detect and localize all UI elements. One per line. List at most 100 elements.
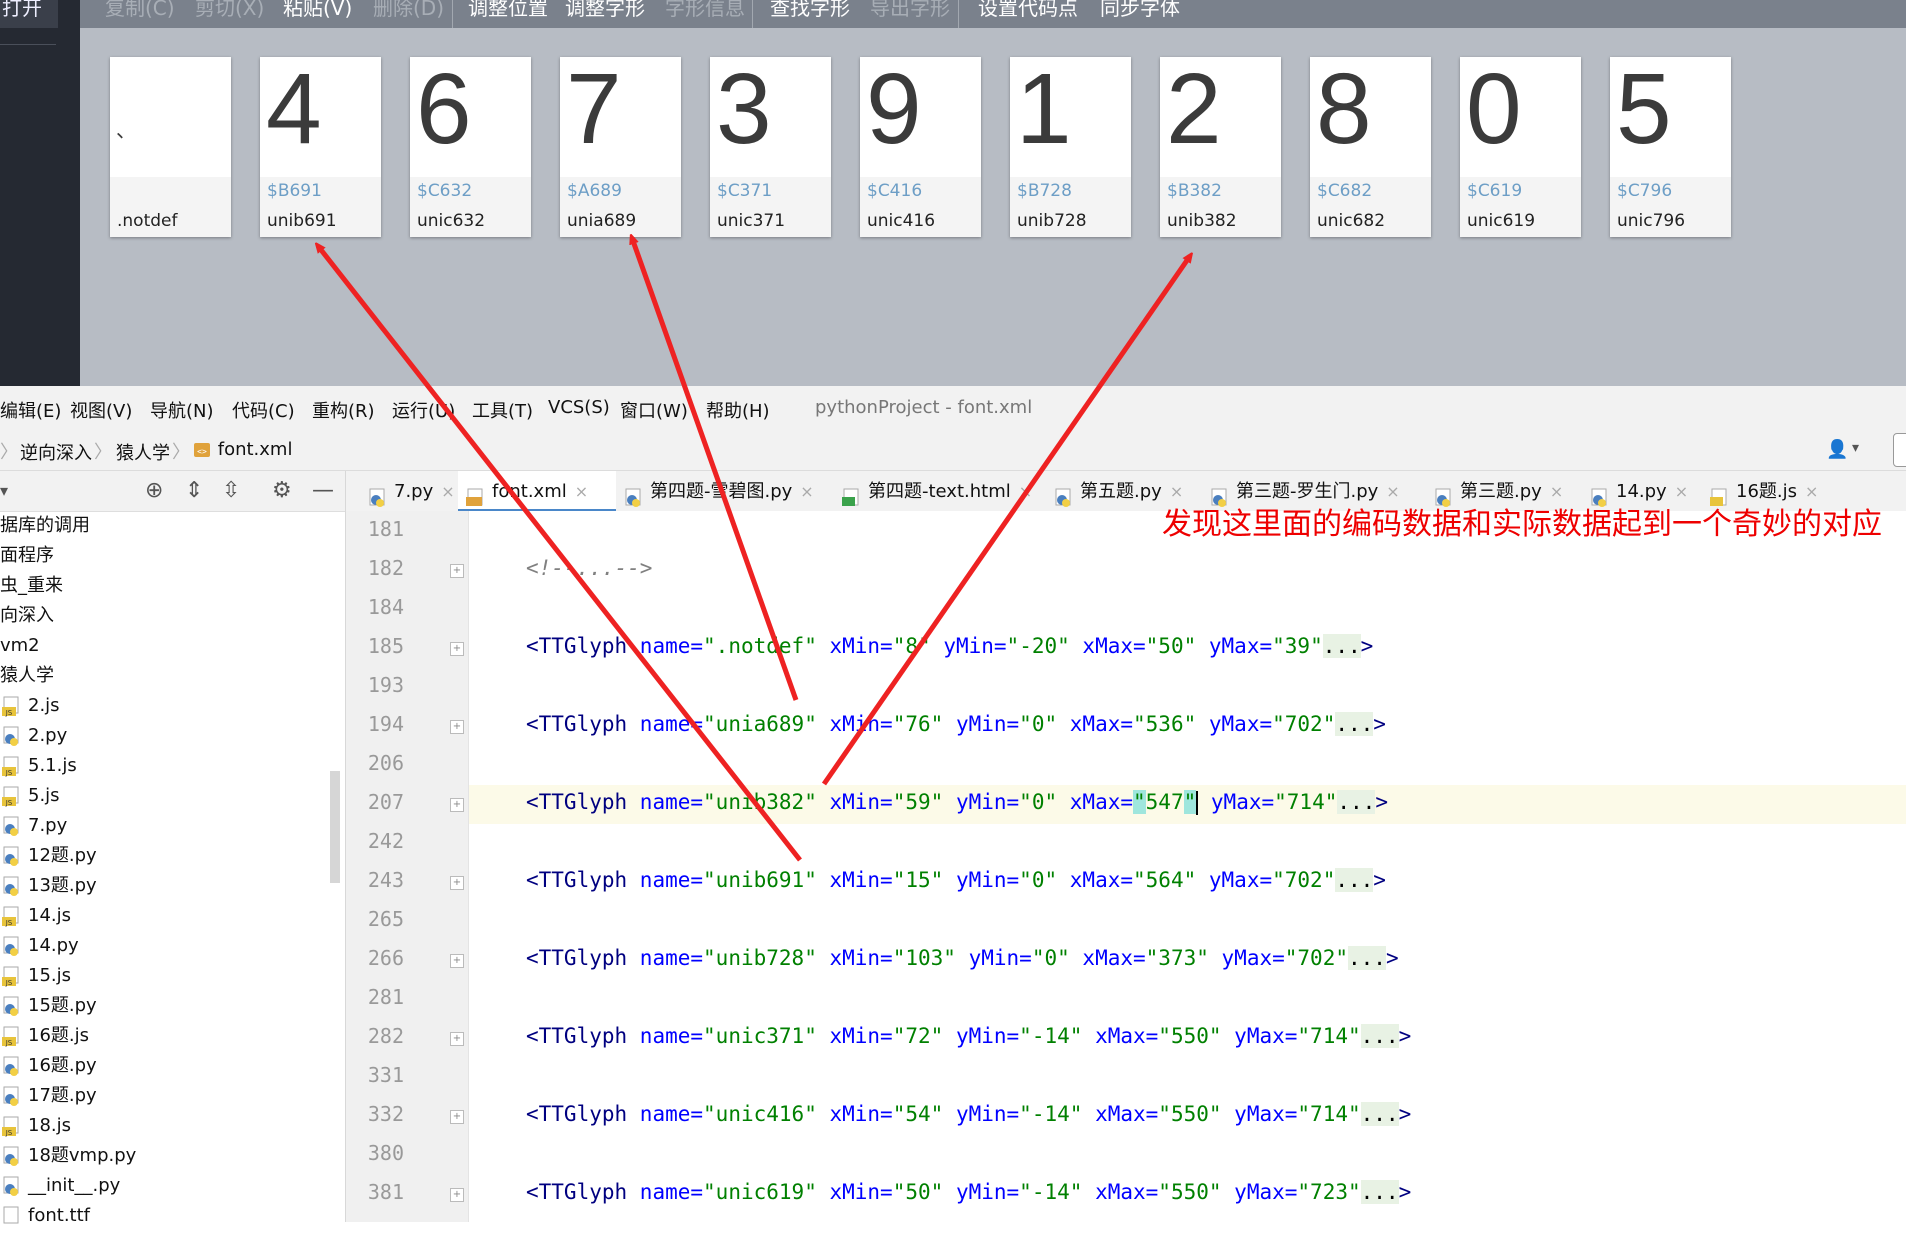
code-editor[interactable]: 181 182 +184 185 +193 194 +206 207 +242 243 +265 26… bbox=[346, 511, 1906, 1222]
menu-item-8[interactable]: 窗口(W) bbox=[620, 397, 688, 423]
tree-item[interactable]: 猿人学 bbox=[0, 661, 54, 691]
toolbar-button-7[interactable]: 查找字形 bbox=[770, 0, 850, 21]
chevron-down-icon[interactable]: ▾ bbox=[0, 481, 8, 500]
tree-item[interactable]: 向深入 bbox=[0, 601, 54, 631]
fold-toggle[interactable]: + bbox=[450, 954, 464, 968]
menu-item-1[interactable]: 视图(V) bbox=[70, 397, 132, 423]
toolbar-button-9[interactable]: 设置代码点 bbox=[978, 0, 1078, 21]
open-button[interactable]: 打开 bbox=[0, 0, 58, 28]
close-icon[interactable]: × bbox=[800, 482, 813, 501]
tree-scrollbar[interactable] bbox=[330, 771, 340, 883]
tree-item[interactable]: 15题.py bbox=[2, 991, 97, 1021]
glyph-card[interactable]: 4 $B691 unib691 bbox=[260, 53, 381, 237]
code-line[interactable]: <TTGlyph name="unib728" xMin="103" yMin=… bbox=[526, 946, 1399, 970]
glyph-card[interactable]: 1 $B728 unib728 bbox=[1010, 53, 1131, 237]
tab--py[interactable]: 第四题-雪碧图.py × bbox=[616, 471, 834, 511]
tree-item[interactable]: 7.py bbox=[2, 811, 67, 841]
menu-item-6[interactable]: 工具(T) bbox=[472, 397, 533, 423]
gear-icon[interactable]: ⚙ bbox=[272, 478, 292, 503]
tree-item[interactable]: JS 15.js bbox=[2, 961, 71, 991]
tree-item[interactable]: 面程序 bbox=[0, 541, 54, 571]
tree-item[interactable]: 16题.py bbox=[2, 1051, 97, 1081]
glyph-card[interactable]: 9 $C416 unic416 bbox=[860, 53, 981, 237]
menu-item-0[interactable]: 编辑(E) bbox=[0, 397, 61, 423]
fold-toggle[interactable]: + bbox=[450, 642, 464, 656]
close-icon[interactable]: × bbox=[575, 482, 588, 501]
fold-toggle[interactable]: + bbox=[450, 876, 464, 890]
minimize-icon[interactable]: — bbox=[312, 478, 334, 503]
expand-all-icon[interactable]: ⇕ bbox=[185, 478, 203, 503]
menu-item-7[interactable]: VCS(S) bbox=[548, 397, 610, 418]
user-icon[interactable]: 👤 bbox=[1826, 439, 1848, 460]
run-config-box[interactable] bbox=[1893, 433, 1906, 467]
fold-toggle[interactable]: + bbox=[450, 1110, 464, 1124]
toolbar-button-3[interactable]: 删除(D) bbox=[373, 0, 444, 21]
glyph-card[interactable]: 0 $C619 unic619 bbox=[1460, 53, 1581, 237]
tree-item[interactable]: JS 14.js bbox=[2, 901, 71, 931]
locate-icon[interactable]: ⊕ bbox=[145, 478, 163, 503]
tree-item[interactable]: vm2 bbox=[0, 631, 40, 661]
code-line[interactable]: <TTGlyph name="unia689" xMin="76" yMin="… bbox=[526, 712, 1386, 736]
close-icon[interactable]: × bbox=[1550, 482, 1563, 501]
toolbar-button-1[interactable]: 剪切(X) bbox=[195, 0, 264, 21]
tree-item[interactable]: 17题.py bbox=[2, 1081, 97, 1111]
glyph-card[interactable]: 6 $C632 unic632 bbox=[410, 53, 531, 237]
fold-toggle[interactable]: + bbox=[450, 1188, 464, 1202]
glyph-card[interactable]: 2 $B382 unib382 bbox=[1160, 53, 1281, 237]
glyph-card[interactable]: 7 $A689 unia689 bbox=[560, 53, 681, 237]
tree-item[interactable]: JS 5.1.js bbox=[2, 751, 77, 781]
toolbar-button-5[interactable]: 调整字形 bbox=[565, 0, 645, 21]
code-line[interactable]: <TTGlyph name="unic416" xMin="54" yMin="… bbox=[526, 1102, 1411, 1126]
menu-item-2[interactable]: 导航(N) bbox=[150, 397, 214, 423]
tree-item[interactable]: 18题vmp.py bbox=[2, 1141, 136, 1171]
breadcrumb-item-2[interactable]: <> font.xml bbox=[192, 439, 292, 460]
close-icon[interactable]: × bbox=[441, 482, 454, 501]
code-line[interactable]: <TTGlyph name="unib691" xMin="15" yMin="… bbox=[526, 868, 1386, 892]
toolbar-button-10[interactable]: 同步字体 bbox=[1100, 0, 1180, 21]
tree-item[interactable]: JS 2.js bbox=[2, 691, 60, 721]
fold-toggle[interactable]: + bbox=[450, 1032, 464, 1046]
breadcrumb-item-1[interactable]: 猿人学 bbox=[116, 439, 170, 465]
glyph-card[interactable]: 5 $C796 unic796 bbox=[1610, 53, 1731, 237]
code-line[interactable]: <!--...--> bbox=[526, 556, 652, 580]
tree-item[interactable]: JS 18.js bbox=[2, 1111, 71, 1141]
tree-item[interactable]: 14.py bbox=[2, 931, 79, 961]
close-icon[interactable]: × bbox=[1386, 482, 1399, 501]
fold-toggle[interactable]: + bbox=[450, 798, 464, 812]
tree-item[interactable]: font.ttf bbox=[2, 1201, 90, 1231]
toolbar-button-2[interactable]: 粘贴(V) bbox=[283, 0, 352, 21]
fold-toggle[interactable]: + bbox=[450, 564, 464, 578]
breadcrumb-item-0[interactable]: 逆向深入 bbox=[20, 439, 92, 465]
collapse-all-icon[interactable]: ⇳ bbox=[222, 478, 240, 503]
menu-item-4[interactable]: 重构(R) bbox=[312, 397, 375, 423]
code-line[interactable]: <TTGlyph name=".notdef" xMin="8" yMin="-… bbox=[526, 634, 1373, 658]
tree-item[interactable]: 虫_重来 bbox=[0, 571, 63, 601]
tab-7-py[interactable]: 7.py × bbox=[360, 471, 458, 511]
close-icon[interactable]: × bbox=[1019, 482, 1032, 501]
code-line[interactable]: <TTGlyph name="unib382" xMin="59" yMin="… bbox=[526, 790, 1388, 815]
code-line[interactable]: <TTGlyph name="unic619" xMin="50" yMin="… bbox=[526, 1180, 1411, 1204]
glyph-card[interactable]: 、 .notdef bbox=[110, 57, 231, 237]
toolbar-button-8[interactable]: 导出字形 bbox=[870, 0, 950, 21]
tree-item[interactable]: 12题.py bbox=[2, 841, 97, 871]
tree-item[interactable]: JS 16题.js bbox=[2, 1021, 89, 1051]
menu-item-5[interactable]: 运行(U) bbox=[392, 397, 455, 423]
tree-item[interactable]: JS 5.js bbox=[2, 781, 60, 811]
chevron-down-icon[interactable]: ▾ bbox=[1852, 440, 1859, 456]
close-icon[interactable]: × bbox=[1170, 482, 1183, 501]
glyph-card[interactable]: 8 $C682 unic682 bbox=[1310, 53, 1431, 237]
tab-font-xml[interactable]: font.xml × bbox=[458, 471, 616, 512]
menu-item-9[interactable]: 帮助(H) bbox=[706, 397, 770, 423]
tree-item[interactable]: 13题.py bbox=[2, 871, 97, 901]
toolbar-button-4[interactable]: 调整位置 bbox=[468, 0, 548, 21]
fold-toggle[interactable]: + bbox=[450, 720, 464, 734]
close-icon[interactable]: × bbox=[1675, 482, 1688, 501]
glyph-card[interactable]: 3 $C371 unic371 bbox=[710, 53, 831, 237]
code-line[interactable]: <TTGlyph name="unic371" xMin="72" yMin="… bbox=[526, 1024, 1411, 1048]
tree-item[interactable]: __init__.py bbox=[2, 1171, 120, 1201]
toolbar-button-6[interactable]: 字形信息 bbox=[665, 0, 745, 21]
tree-item[interactable]: 据库的调用 bbox=[0, 511, 90, 541]
toolbar-button-0[interactable]: 复制(C) bbox=[105, 0, 175, 21]
tab--text-html[interactable]: 第四题-text.html × bbox=[834, 471, 1047, 511]
close-icon[interactable]: × bbox=[1805, 482, 1818, 501]
